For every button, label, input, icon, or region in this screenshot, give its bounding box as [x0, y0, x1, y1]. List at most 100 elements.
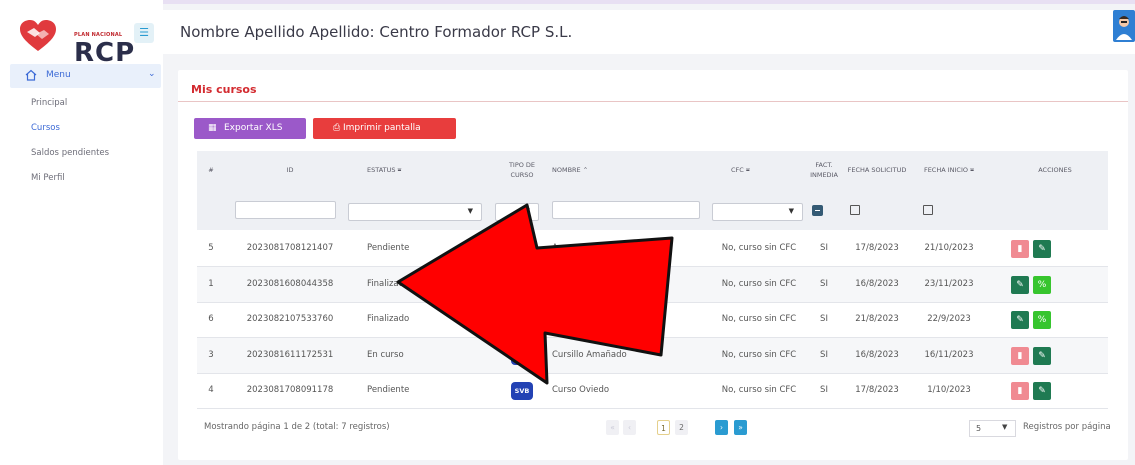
course-type-badge: SVB	[511, 382, 533, 400]
top-strip	[0, 0, 1135, 4]
heart-hands-icon	[20, 20, 56, 51]
caret-down-icon: ▼	[1002, 423, 1008, 431]
first-page-icon[interactable]: «	[606, 420, 619, 435]
sidebar-item-perfil[interactable]: Mi Perfil	[31, 173, 65, 183]
cell-fecha-ini: 23/11/2023	[924, 279, 974, 289]
type-filter-select[interactable]: ▼	[495, 203, 539, 221]
menu-group[interactable]: Menu ⌄	[10, 64, 161, 88]
brand-logo[interactable]: PLAN NACIONAL RCP	[18, 18, 134, 68]
export-xls-label: Exportar XLS	[224, 123, 283, 133]
cell-fact: SI	[820, 385, 828, 395]
cell-fecha-sol: 17/8/2023	[855, 385, 899, 395]
col-name[interactable]: NOMBRE ⌃	[552, 151, 702, 190]
edit-icon[interactable]: ✎	[1033, 240, 1051, 258]
edit-icon[interactable]: ✎	[1033, 347, 1051, 365]
calendar-icon[interactable]	[850, 205, 860, 215]
cell-fact: SI	[820, 243, 828, 253]
sidebar: PLAN NACIONAL RCP ☰ Menu ⌄ Principal Cur…	[0, 0, 163, 465]
pagination-summary: Mostrando página 1 de 2 (total: 7 regist…	[204, 422, 390, 432]
cell-name	[552, 267, 702, 302]
table-row: 4 2023081708091178 Pendiente Curso Oviedo No…	[197, 373, 1108, 409]
cell-cfc: No, curso sin CFC	[721, 279, 797, 289]
sidebar-item-saldos[interactable]: Saldos pendientes	[31, 148, 109, 158]
percent-icon[interactable]: %	[1033, 311, 1051, 329]
col-status[interactable]: ESTATUS ⩸	[367, 151, 497, 190]
cell-fecha-sol: 16/8/2023	[855, 350, 899, 360]
cell-id: 2023081708121407	[246, 243, 334, 253]
per-page-select[interactable]: 5 ▼	[969, 420, 1016, 437]
delete-icon[interactable]: ▮	[1011, 347, 1029, 365]
chevron-down-icon: ⌄	[148, 69, 156, 79]
col-type[interactable]: TIPO DE CURSO	[499, 151, 545, 190]
percent-icon[interactable]: %	[1033, 276, 1051, 294]
col-fact[interactable]: FACT. INMEDIA	[809, 151, 839, 190]
table-header: # ID ESTATUS ⩸ TIPO DE CURSO NOMBRE ⌃ CF…	[197, 151, 1108, 230]
next-page-icon[interactable]: ›	[715, 420, 728, 435]
cell-name: Curso Oviedo	[552, 385, 610, 395]
top-header: Nombre Apellido Apellido: Centro Formado…	[163, 10, 1135, 54]
home-icon	[25, 69, 37, 81]
cell-status: Finalizado	[367, 314, 410, 324]
cell-status: Pendiente	[367, 385, 410, 395]
cell-num: 6	[208, 314, 214, 324]
sidebar-item-cursos[interactable]: Cursos	[31, 123, 60, 133]
avatar[interactable]	[1113, 10, 1135, 42]
cell-name: Cursillo Amañado	[552, 350, 627, 360]
cell-fecha-ini: 22/9/2023	[927, 314, 971, 324]
delete-icon[interactable]: ▮	[1011, 240, 1029, 258]
calendar-icon[interactable]	[923, 205, 933, 215]
prev-page-icon[interactable]: ‹	[623, 420, 636, 435]
export-xls-button[interactable]: ▦ Exportar XLS	[194, 118, 306, 139]
cell-cfc: No, curso sin CFC	[721, 350, 797, 360]
cell-id: 2023082107533760	[246, 314, 334, 324]
per-page-label: Registros por página	[1023, 422, 1111, 432]
cell-fecha-ini: 1/10/2023	[927, 385, 971, 395]
table-row: 5 2023081708121407 Pendiente Avanzada en Ma…	[197, 231, 1108, 267]
col-actions: ACCIONES	[1038, 165, 1072, 174]
status-filter-select[interactable]: ▼	[348, 203, 482, 221]
page-2-button[interactable]: 2	[675, 420, 688, 435]
menu-label: Menu	[46, 70, 71, 80]
table-icon: ▦	[208, 123, 217, 133]
cell-id: 2023081611172531	[246, 350, 334, 360]
col-fecha-sol[interactable]: FECHA SOLICITUD	[843, 151, 911, 190]
sidebar-item-principal[interactable]: Principal	[31, 98, 67, 108]
print-label: Imprimir pantalla	[343, 123, 421, 133]
per-page-value: 5	[976, 424, 982, 433]
cell-fecha-sol: 21/8/2023	[855, 314, 899, 324]
id-filter-input[interactable]	[235, 201, 336, 219]
name-filter-input[interactable]	[552, 201, 700, 219]
card-title: Mis cursos	[191, 83, 257, 96]
cell-num: 3	[208, 350, 214, 360]
cell-cfc: No, curso sin CFC	[721, 243, 797, 253]
cfc-filter-select[interactable]: ▼	[712, 203, 803, 221]
cell-status: Pendiente	[367, 243, 410, 253]
print-button[interactable]: ⎙ Imprimir pantalla	[313, 118, 456, 139]
cell-id: 2023081708091178	[246, 385, 334, 395]
col-cfc[interactable]: CFC ⩸	[731, 151, 811, 190]
edit-icon[interactable]: ✎	[1011, 276, 1029, 294]
caret-down-icon: ▼	[467, 207, 473, 215]
cell-cfc: No, curso sin CFC	[721, 314, 797, 324]
cell-status: En curso	[367, 350, 404, 360]
cell-cfc: No, curso sin CFC	[721, 385, 797, 395]
cell-status: Finalizado	[367, 279, 410, 289]
last-page-icon[interactable]: »	[734, 420, 747, 435]
page-1-button[interactable]: 1	[657, 420, 670, 435]
user-avatar-icon	[1116, 16, 1132, 40]
caret-down-icon: ▼	[788, 207, 794, 215]
delete-icon[interactable]: ▮	[1011, 382, 1029, 400]
fact-filter-checkbox[interactable]	[812, 205, 823, 216]
table-row: 1 2023081608044358 Finalizado No, curso sin…	[197, 267, 1108, 303]
cell-fact: SI	[820, 350, 828, 360]
table-row: 3 2023081611172531 En curso Cursillo Amañad…	[197, 338, 1108, 374]
menu-toggle-icon[interactable]: ☰	[134, 23, 154, 43]
edit-icon[interactable]: ✎	[1011, 311, 1029, 329]
col-fecha-ini[interactable]: FECHA INICIO ⩸	[914, 151, 984, 190]
table-row: 6 2023082107533760 Finalizado Colegio Miral…	[197, 302, 1108, 338]
cell-num: 5	[208, 243, 214, 253]
col-id[interactable]: ID	[225, 151, 355, 190]
cell-name: Colegio Miralr...	[552, 314, 618, 324]
edit-icon[interactable]: ✎	[1033, 382, 1051, 400]
cell-num: 4	[208, 385, 214, 395]
